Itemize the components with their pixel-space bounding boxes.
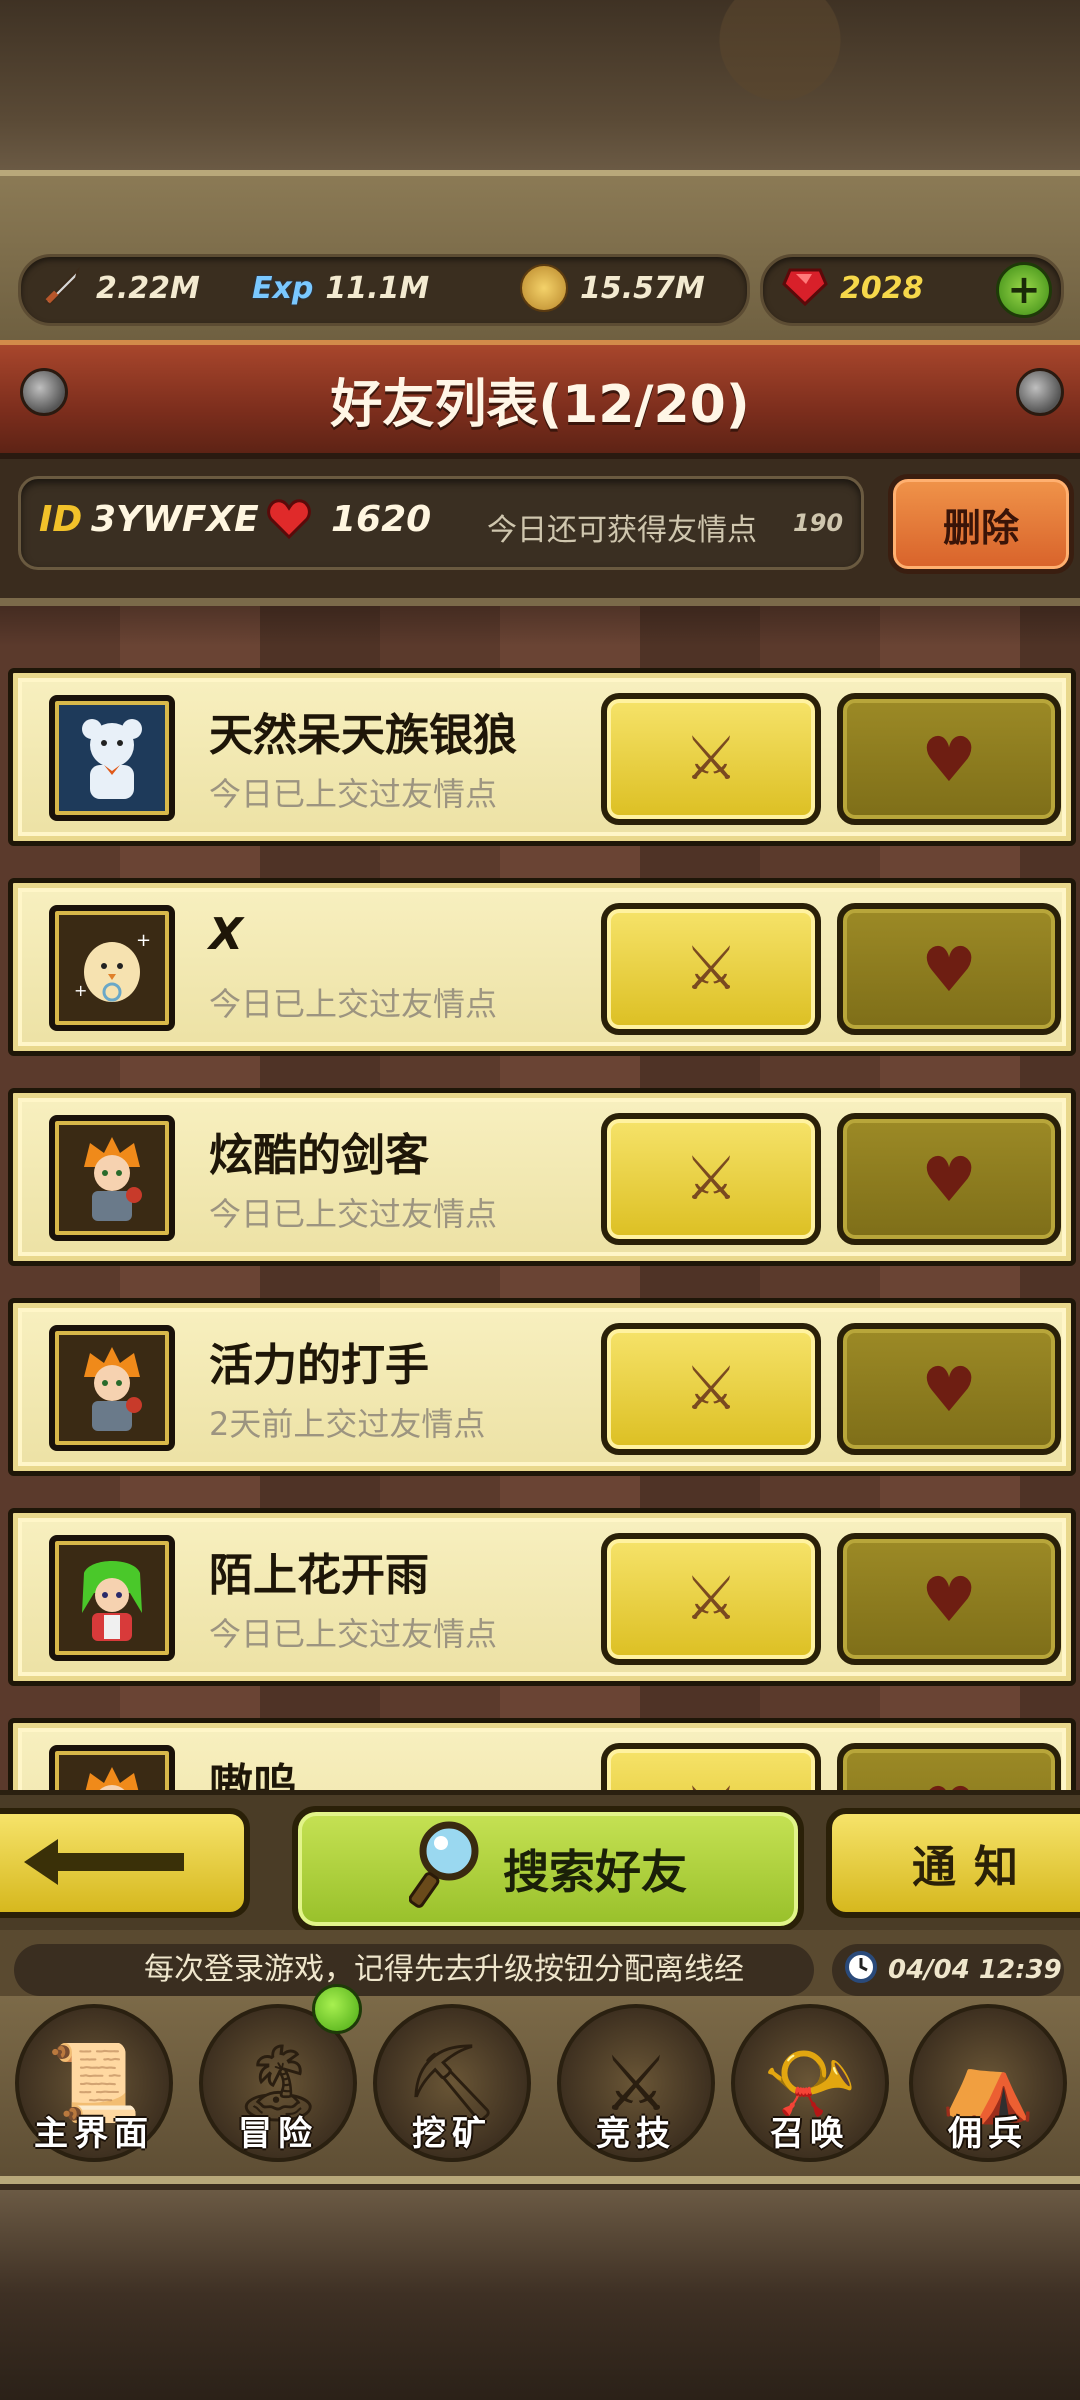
resource-gems: 2028	[782, 258, 924, 318]
heart-icon: ♥	[921, 1562, 977, 1636]
friendship-label: 今日还可获得友情点	[487, 513, 757, 548]
background-map-bottom	[0, 2190, 1080, 2400]
friend-name: 炫酷的剑客	[209, 1130, 429, 1181]
friend-list[interactable]: 天然呆天族银狼 今日已上交过友情点 ⚔ ♥ + + X 今日已上交过友情点 ⚔ ♥…	[0, 598, 1080, 1811]
crossed-swords-icon: ⚔	[684, 1354, 738, 1424]
player-info-bar: ID 3YWFXE 1620 今日还可获得友情点 190	[18, 476, 864, 570]
friend-status: 今日已上交过友情点	[209, 775, 498, 813]
send-heart-button[interactable]: ♥	[837, 1113, 1061, 1245]
bolt-left-icon	[20, 368, 68, 416]
crossed-swords-icon: ⚔	[684, 724, 738, 794]
arrow-left-icon	[24, 1822, 194, 1904]
title-banner: 好友列表(12/20)	[0, 340, 1080, 459]
nav-label: 挖矿	[412, 2114, 492, 2154]
page-title: 好友列表(12/20)	[330, 374, 750, 435]
svg-text:+: +	[74, 981, 87, 1000]
list-item: 陌上花开雨 今日已上交过友情点 ⚔ ♥	[8, 1508, 1076, 1686]
news-ticker: 每次登录游戏，记得先去升级按钮分配离线经	[14, 1944, 814, 1996]
nav-label: 冒险	[238, 2114, 318, 2154]
friend-name: 活力的打手	[209, 1340, 429, 1391]
nav-label: 竞技	[596, 2114, 676, 2154]
send-heart-button[interactable]: ♥	[837, 693, 1061, 825]
challenge-button[interactable]: ⚔	[601, 1323, 821, 1455]
avatar-chick-icon: + +	[49, 905, 175, 1031]
search-label: 搜索好友	[503, 1845, 687, 1899]
nav-label: 佣兵	[948, 2114, 1028, 2154]
exp-value: 11.1M	[325, 270, 430, 306]
challenge-button[interactable]: ⚔	[601, 1533, 821, 1665]
clock-time: 04/04 12:39	[888, 1955, 1062, 1985]
list-item: 活力的打手 2天前上交过友情点 ⚔ ♥	[8, 1298, 1076, 1476]
nav-label: 主界面	[34, 2114, 154, 2154]
add-gems-button[interactable]: +	[996, 262, 1052, 318]
friend-status: 今日已上交过友情点	[209, 985, 498, 1023]
avatar-fighter-icon	[49, 1325, 175, 1451]
sword-icon	[40, 264, 84, 312]
clock: 04/04 12:39	[832, 1944, 1064, 1996]
bolt-right-icon	[1016, 368, 1064, 416]
gems-value: 2028	[840, 270, 924, 306]
player-id: 3YWFXE	[91, 499, 259, 540]
challenge-button[interactable]: ⚔	[601, 693, 821, 825]
friend-status: 今日已上交过友情点	[209, 1615, 498, 1653]
crossed-swords-icon: ⚔	[684, 1144, 738, 1214]
friend-status: 2天前上交过友情点	[209, 1405, 486, 1443]
heart-icon: ♥	[921, 1352, 977, 1426]
send-heart-button[interactable]: ♥	[837, 903, 1061, 1035]
nav-home[interactable]: 📜 主界面	[6, 2004, 182, 2164]
search-friends-button[interactable]: 搜索好友	[292, 1806, 804, 1932]
gold-coin-icon	[520, 264, 568, 312]
nav-summon[interactable]: 📯 召唤	[722, 2004, 898, 2164]
resource-attack: 2.22M	[40, 258, 200, 318]
avatar-green-hair-icon	[49, 1535, 175, 1661]
friend-name: 天然呆天族银狼	[209, 710, 517, 761]
list-item: 天然呆天族银狼 今日已上交过友情点 ⚔ ♥	[8, 668, 1076, 846]
crossed-swords-icon: ⚔	[684, 1564, 738, 1634]
delete-button[interactable]: 删除	[888, 474, 1074, 574]
magnifier-icon	[408, 1819, 485, 1920]
exp-icon: Exp	[252, 270, 314, 306]
nav-mercenary[interactable]: ⛺ 佣兵	[900, 2004, 1076, 2164]
nav-arena[interactable]: ⚔ 竞技	[548, 2004, 724, 2164]
back-button[interactable]	[0, 1808, 250, 1918]
nav-mining[interactable]: ⛏ 挖矿	[364, 2004, 540, 2164]
friend-status: 今日已上交过友情点	[209, 1195, 498, 1233]
send-heart-button[interactable]: ♥	[837, 1323, 1061, 1455]
gold-value: 15.57M	[580, 270, 705, 306]
background-map-top	[0, 0, 1080, 170]
avatar-swordsman-icon	[49, 1115, 175, 1241]
nav-label: 召唤	[770, 2114, 850, 2154]
avatar-bear-icon	[49, 695, 175, 821]
heart-count: 1620	[331, 499, 432, 540]
friend-name: 陌上花开雨	[209, 1550, 429, 1601]
resource-exp: Exp 11.1M	[252, 258, 429, 318]
heart-icon: ♥	[921, 722, 977, 796]
heart-icon	[265, 495, 313, 547]
heart-icon: ♥	[921, 932, 977, 1006]
send-heart-button[interactable]: ♥	[837, 1533, 1061, 1665]
attack-value: 2.22M	[96, 270, 200, 306]
list-item: + + X 今日已上交过友情点 ⚔ ♥	[8, 878, 1076, 1056]
heart-icon: ♥	[921, 1142, 977, 1216]
id-label: ID	[39, 499, 83, 540]
resource-gold: 15.57M	[520, 258, 705, 318]
svg-text:+: +	[136, 930, 151, 951]
friendship-value: 190	[793, 509, 844, 537]
plus-icon: +	[1007, 267, 1041, 313]
clock-icon	[844, 1950, 878, 1991]
notification-dot-icon	[312, 1984, 362, 2034]
challenge-button[interactable]: ⚔	[601, 1113, 821, 1245]
notice-button[interactable]: 通知	[826, 1808, 1080, 1918]
crossed-swords-icon: ⚔	[684, 934, 738, 1004]
challenge-button[interactable]: ⚔	[601, 903, 821, 1035]
list-item: 炫酷的剑客 今日已上交过友情点 ⚔ ♥	[8, 1088, 1076, 1266]
friend-name: X	[209, 909, 243, 960]
ruby-icon	[782, 264, 828, 312]
